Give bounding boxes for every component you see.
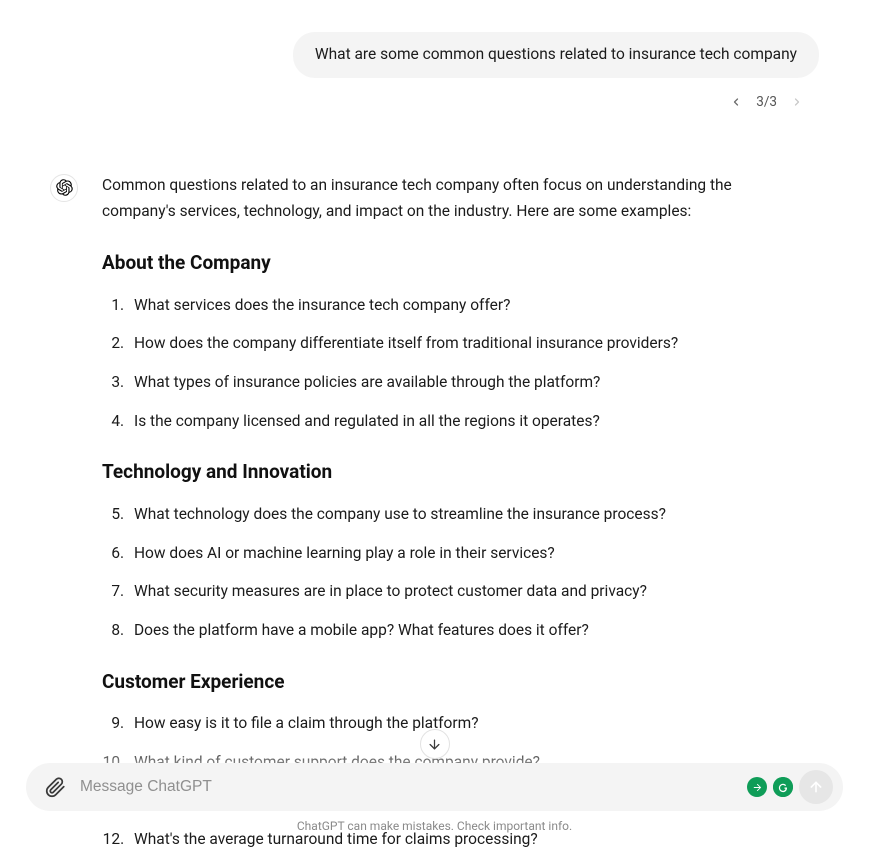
list-item: What security measures are in place to p…: [128, 578, 803, 605]
grammarly-icon[interactable]: [773, 777, 793, 797]
user-message-row: What are some common questions related t…: [26, 32, 819, 78]
arrow-up-icon: [808, 779, 824, 795]
paperclip-icon: [45, 777, 66, 798]
assistant-avatar: [50, 174, 78, 202]
chevron-right-icon: [791, 96, 803, 108]
list-item: How easy is it to file a claim through t…: [128, 710, 803, 737]
user-message-text: What are some common questions related t…: [315, 45, 797, 63]
send-button: [799, 770, 833, 804]
message-input[interactable]: [80, 778, 737, 796]
pagination-indicator: 3/3: [756, 94, 777, 110]
prev-message-button[interactable]: [726, 92, 746, 112]
user-message-bubble: What are some common questions related t…: [293, 32, 819, 78]
openai-logo-icon: [56, 179, 73, 196]
grammarly-g-icon: [773, 777, 793, 797]
list-item: What types of insurance policies are ava…: [128, 369, 803, 396]
ordered-list: What services does the insurance tech co…: [102, 292, 803, 435]
list-item: What services does the insurance tech co…: [128, 292, 803, 319]
section-heading: Customer Experience: [102, 666, 803, 699]
list-item: How does the company differentiate itsel…: [128, 330, 803, 357]
message-input-bar: [26, 763, 843, 811]
assistant-message-row: Common questions related to an insurance…: [26, 172, 843, 863]
list-item: Is the company licensed and regulated in…: [128, 408, 803, 435]
footer-disclaimer: ChatGPT can make mistakes. Check importa…: [26, 819, 843, 833]
extension-icon-1[interactable]: [747, 777, 767, 797]
list-item: What technology does the company use to …: [128, 501, 803, 528]
arrow-circle-icon: [752, 782, 763, 793]
assistant-intro-text: Common questions related to an insurance…: [102, 172, 803, 225]
scroll-to-bottom-button[interactable]: [420, 729, 450, 759]
chevron-left-icon: [730, 96, 742, 108]
message-pagination: 3/3: [26, 92, 807, 112]
next-message-button: [787, 92, 807, 112]
attach-file-button[interactable]: [40, 772, 70, 802]
assistant-message-body: Common questions related to an insurance…: [102, 172, 803, 863]
list-item: Does the platform have a mobile app? Wha…: [128, 617, 803, 644]
ordered-list: What technology does the company use to …: [102, 501, 803, 644]
list-item: How does AI or machine learning play a r…: [128, 540, 803, 567]
section-heading: About the Company: [102, 247, 803, 280]
arrow-down-icon: [427, 737, 442, 752]
section-heading: Technology and Innovation: [102, 456, 803, 489]
